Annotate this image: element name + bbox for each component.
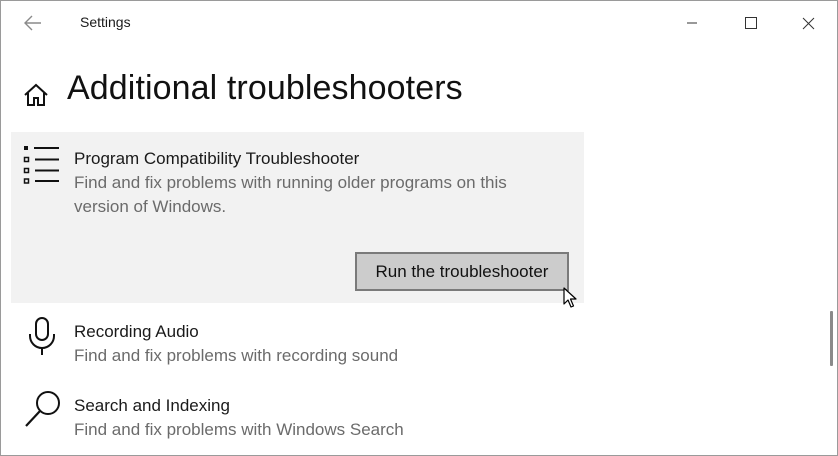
- close-icon: [802, 17, 814, 29]
- item-title: Search and Indexing: [74, 396, 230, 415]
- item-description-line2: version of Windows.: [74, 197, 227, 216]
- item-description: Find and fix problems with recording sou…: [74, 346, 399, 365]
- close-button[interactable]: [793, 9, 823, 37]
- list-icon: [23, 146, 59, 184]
- scrollbar-thumb[interactable]: [830, 311, 833, 366]
- troubleshooter-item-search-indexing[interactable]: Search and Indexing Find and fix problem…: [11, 381, 584, 451]
- troubleshooter-item-recording-audio[interactable]: Recording Audio Find and fix problems wi…: [11, 307, 584, 377]
- maximize-button[interactable]: [736, 9, 766, 37]
- minimize-icon: [687, 22, 697, 24]
- item-title: Program Compatibility Troubleshooter: [74, 149, 360, 168]
- item-title: Recording Audio: [74, 322, 199, 341]
- item-description-line1: Find and fix problems with running older…: [74, 173, 507, 192]
- home-icon[interactable]: [22, 81, 50, 109]
- microphone-icon: [29, 317, 55, 355]
- back-arrow-icon: [24, 15, 41, 31]
- minimize-button[interactable]: [677, 9, 707, 37]
- page-title: Additional troubleshooters: [67, 69, 463, 107]
- run-troubleshooter-button[interactable]: Run the troubleshooter: [355, 252, 569, 291]
- title-bar: Settings: [1, 1, 837, 45]
- maximize-icon: [745, 17, 757, 29]
- item-description: Find and fix problems with Windows Searc…: [74, 420, 404, 439]
- search-icon: [25, 391, 60, 427]
- back-button[interactable]: [19, 11, 47, 35]
- troubleshooter-item-program-compatibility[interactable]: Program Compatibility Troubleshooter Fin…: [11, 132, 584, 303]
- mouse-cursor-icon: [563, 287, 577, 308]
- settings-window: Settings Additional troubleshooters Prog…: [0, 0, 838, 456]
- app-title: Settings: [80, 14, 131, 30]
